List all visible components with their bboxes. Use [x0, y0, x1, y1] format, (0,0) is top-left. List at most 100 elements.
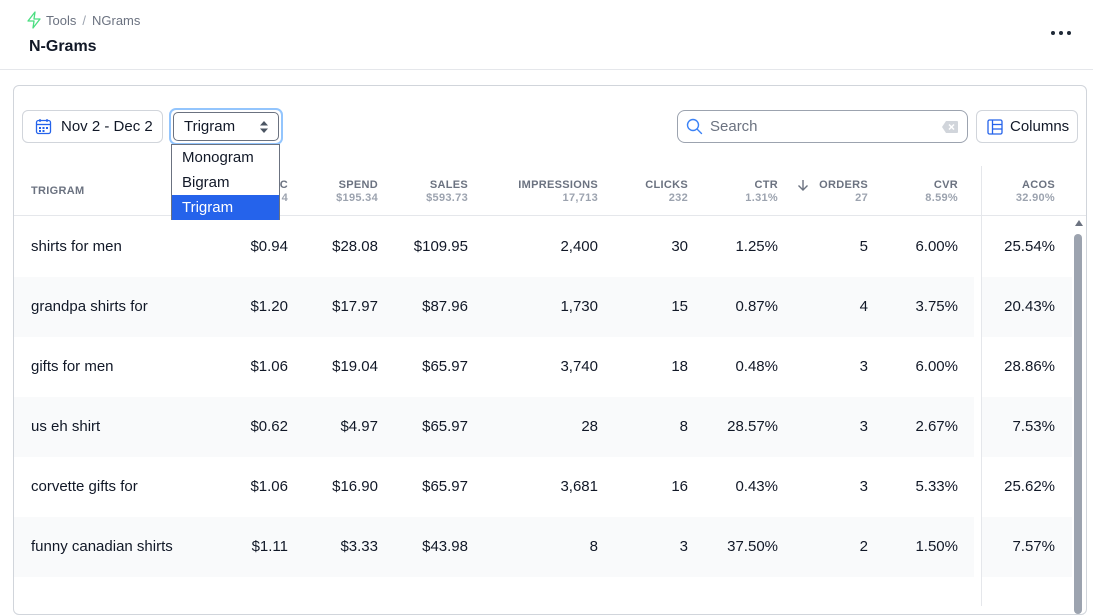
cell-cpc: $1.20 [250, 298, 288, 315]
cell-clicks: 18 [671, 358, 688, 375]
vertical-scrollbar[interactable] [1072, 218, 1084, 614]
more-options-button[interactable] [1051, 24, 1071, 42]
cell-ctr: 1.25% [735, 238, 778, 255]
page-header: Tools / NGrams N-Grams [0, 0, 1093, 70]
page-title: N-Grams [29, 38, 97, 55]
sticky-column-divider [981, 166, 982, 606]
cell-spend: $28.08 [332, 238, 378, 255]
cell-ctr: 37.50% [727, 538, 778, 555]
cell-orders: 5 [859, 238, 868, 255]
date-range-label: Nov 2 - Dec 2 [61, 118, 153, 135]
cell-acos: 25.62% [1004, 478, 1055, 495]
cell-spend: $3.33 [340, 538, 378, 555]
table-row[interactable]: shirts for men $0.94 $28.08 $109.95 2,400 30 1… [14, 217, 1072, 277]
table-row[interactable]: us eh shirt $0.62 $4.97 $65.97 28 8 28.57% 3 2.6… [14, 397, 1072, 457]
cell-cvr: 2.67% [915, 418, 958, 435]
cell-clicks: 15 [671, 298, 688, 315]
cell-sales: $109.95 [413, 238, 468, 255]
cell-sales: $43.98 [422, 538, 468, 555]
cell-term: gifts for men [31, 358, 114, 375]
clear-input-icon[interactable] [941, 120, 959, 134]
cell-impressions: 8 [589, 538, 598, 555]
cell-term: shirts for men [31, 238, 122, 255]
sort-arrows-icon [260, 120, 268, 133]
search-input[interactable] [710, 118, 941, 135]
scrollbar-thumb[interactable] [1074, 234, 1082, 614]
header-impressions[interactable]: IMPRESSIONS 17,713 [494, 166, 598, 216]
ngram-option-monogram[interactable]: Monogram [172, 145, 279, 170]
columns-button[interactable]: Columns [976, 110, 1078, 143]
cell-acos: 20.43% [1004, 298, 1055, 315]
search-icon [686, 118, 703, 135]
cell-impressions: 28 [581, 418, 598, 435]
header-ctr[interactable]: CTR 1.31% [704, 166, 778, 216]
cell-acos: 7.57% [1012, 538, 1055, 555]
cell-sales: $65.97 [422, 418, 468, 435]
scroll-up-icon[interactable] [1075, 220, 1083, 226]
header-clicks[interactable]: CLICKS 232 [614, 166, 688, 216]
search-box [677, 110, 968, 143]
cell-clicks: 30 [671, 238, 688, 255]
header-trigram[interactable]: TRIGRAM [31, 166, 151, 216]
cell-cpc: $0.94 [250, 238, 288, 255]
cell-spend: $19.04 [332, 358, 378, 375]
columns-icon [987, 118, 1003, 135]
cell-clicks: 3 [679, 538, 688, 555]
cell-acos: 25.54% [1004, 238, 1055, 255]
table-row[interactable]: corvette gifts for $1.06 $16.90 $65.97 3,681… [14, 457, 1072, 517]
cell-term: funny canadian shirts [31, 538, 173, 555]
cell-acos: 7.53% [1012, 418, 1055, 435]
cell-cvr: 1.50% [915, 538, 958, 555]
header-cvr[interactable]: CVR 8.59% [884, 166, 958, 216]
cell-spend: $17.97 [332, 298, 378, 315]
cell-ctr: 0.43% [735, 478, 778, 495]
cell-term: grandpa shirts for [31, 298, 148, 315]
table-row[interactable]: funny canadian shirts $1.11 $3.33 $43.98 8 3 3… [14, 517, 1072, 577]
breadcrumb-current[interactable]: NGrams [92, 13, 140, 28]
cell-clicks: 16 [671, 478, 688, 495]
cell-orders: 4 [859, 298, 868, 315]
bolt-icon [27, 11, 41, 29]
header-acos[interactable]: ACOS 32.90% [980, 166, 1055, 216]
header-spend[interactable]: SPEND $195.34 [304, 166, 378, 216]
cell-impressions: 3,681 [560, 478, 598, 495]
cell-cpc: $1.11 [251, 538, 288, 555]
cell-impressions: 3,740 [560, 358, 598, 375]
cell-clicks: 8 [679, 418, 688, 435]
table-row[interactable]: gifts for men $1.06 $19.04 $65.97 3,740 18 0.4… [14, 337, 1072, 397]
cell-term: corvette gifts for [31, 478, 138, 495]
cell-cpc: $0.62 [250, 418, 288, 435]
cell-orders: 3 [859, 478, 868, 495]
breadcrumb: Tools / NGrams [26, 11, 140, 29]
cell-sales: $65.97 [422, 358, 468, 375]
header-sales[interactable]: SALES $593.73 [394, 166, 468, 216]
breadcrumb-separator: / [82, 12, 86, 28]
table-row[interactable]: grandpa shirts for $1.20 $17.97 $87.96 1,730… [14, 277, 1072, 337]
ngram-select-value: Trigram [184, 118, 236, 135]
date-range-button[interactable]: Nov 2 - Dec 2 [22, 110, 163, 143]
cell-ctr: 28.57% [727, 418, 778, 435]
cell-spend: $4.97 [340, 418, 378, 435]
cell-orders: 2 [859, 538, 868, 555]
ngram-option-trigram[interactable]: Trigram [172, 195, 279, 220]
cell-ctr: 0.87% [735, 298, 778, 315]
cell-cvr: 6.00% [915, 358, 958, 375]
breadcrumb-root[interactable]: Tools [46, 13, 76, 28]
cell-cvr: 5.33% [915, 478, 958, 495]
cell-sales: $65.97 [422, 478, 468, 495]
ellipsis-icon [1051, 31, 1055, 35]
cell-orders: 3 [859, 418, 868, 435]
ngram-select-focus-ring: Trigram [169, 108, 283, 145]
cell-orders: 3 [859, 358, 868, 375]
ngram-option-bigram[interactable]: Bigram [172, 170, 279, 195]
cell-cpc: $1.06 [250, 478, 288, 495]
cell-acos: 28.86% [1004, 358, 1055, 375]
ngram-dropdown: Monogram Bigram Trigram [171, 144, 280, 220]
arrow-down-icon [798, 179, 809, 191]
ngram-select[interactable]: Trigram [173, 112, 279, 141]
cell-cvr: 3.75% [915, 298, 958, 315]
calendar-icon [35, 119, 52, 135]
columns-label: Columns [1010, 118, 1070, 135]
header-orders[interactable]: ORDERS 27 [788, 166, 868, 216]
cell-sales: $87.96 [422, 298, 468, 315]
